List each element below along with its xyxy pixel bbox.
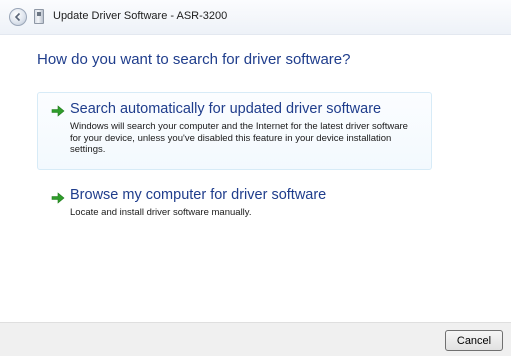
dialog-footer: Cancel [0,322,511,356]
description-line: settings. [70,144,106,155]
title-bar: Update Driver Software - ASR-3200 [0,0,511,35]
green-arrow-icon [51,105,65,117]
description-line: for your device, unless you've disabled … [70,132,392,144]
search-automatically-title[interactable]: Search automatically for updated driver … [70,101,381,117]
green-arrow-icon [51,192,65,204]
description-line: Locate and install driver software manua… [70,207,252,218]
description-line: Windows will search your computer and th… [70,121,408,132]
window-title: Update Driver Software - ASR-3200 [53,10,228,22]
back-arrow-icon [14,12,21,22]
back-button[interactable] [9,8,27,26]
page-heading: How do you want to search for driver sof… [37,51,351,68]
browse-computer-description: Locate and install driver software manua… [70,207,251,219]
search-automatically-description: Windows will search your computer and th… [70,121,408,156]
cancel-button[interactable]: Cancel [445,330,503,351]
browse-computer-title[interactable]: Browse my computer for driver software [70,187,326,203]
device-icon [34,9,44,24]
